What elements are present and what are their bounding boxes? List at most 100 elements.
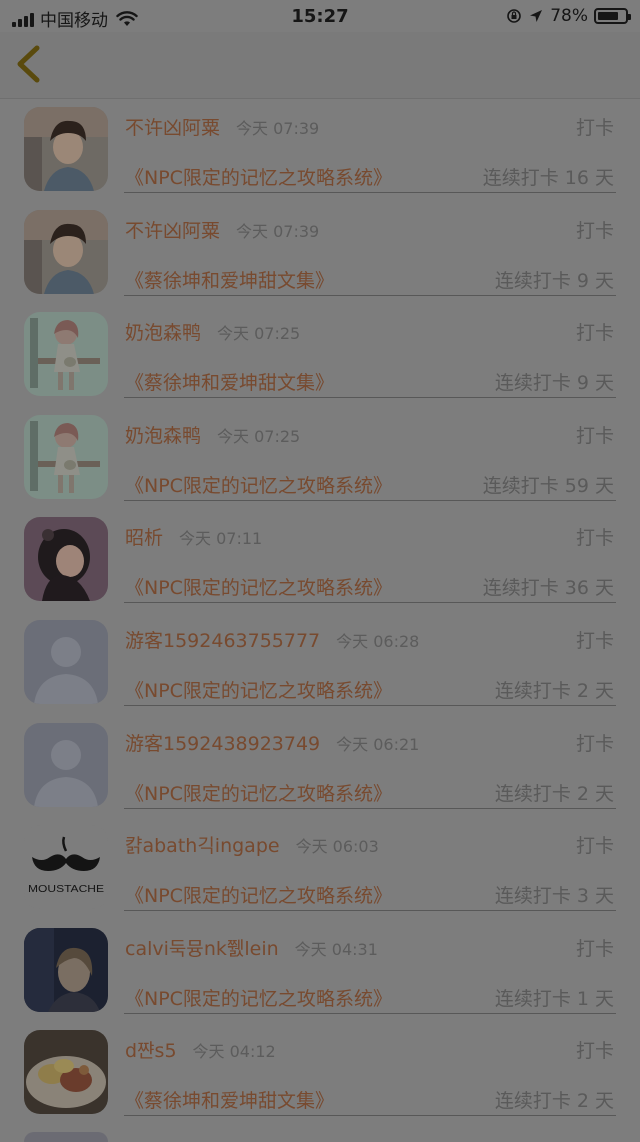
nav-bar <box>0 32 640 99</box>
streak-label: 连续打卡 1 天 <box>494 987 614 1010</box>
user-name[interactable]: 奶泡森鸭 今天 07:25 <box>125 421 300 448</box>
book-title-link[interactable]: 《蔡徐坤和爱坤甜文集》 <box>125 368 334 395</box>
user-name-text[interactable]: 不许凶阿粟 <box>125 220 220 242</box>
user-name-text[interactable]: 奶泡森鸭 <box>125 425 201 447</box>
user-name-text[interactable]: 游客1592438923749 <box>125 733 320 755</box>
list-item-10[interactable]: d쨘s5 今天 04:12 打卡 《蔡徐坤和爱坤甜文集》 连续打卡 2 天 <box>0 1022 640 1125</box>
checkin-action-label: 打卡 <box>575 424 614 447</box>
checkin-action-label: 打卡 <box>575 629 614 652</box>
book-title-link[interactable]: 《NPC限定的记忆之攻略系统》 <box>125 676 392 703</box>
user-name-text[interactable]: 캵abath긱ingape <box>125 835 280 857</box>
list-item-9[interactable]: calvi둑뮹nk쮌lein 今天 04:31 打卡 《NPC限定的记忆之攻略系统… <box>0 920 640 1023</box>
checkin-action-label: 打卡 <box>575 117 614 139</box>
book-title-link[interactable]: 《NPC限定的记忆之攻略系统》 <box>125 881 392 908</box>
checkin-time: 今天 06:28 <box>336 631 420 651</box>
user-name[interactable]: 游客1592463755777 今天 06:28 <box>125 626 419 653</box>
row-divider <box>124 1115 616 1117</box>
avatar-7[interactable] <box>24 722 108 807</box>
svg-text:MOUSTACHE: MOUSTACHE <box>28 884 104 895</box>
avatar-6[interactable] <box>24 619 108 704</box>
list-item-6[interactable]: 游客1592463755777 今天 06:28 打卡 《NPC限定的记忆之攻略系… <box>0 612 640 715</box>
avatar-2[interactable] <box>24 209 108 294</box>
checkin-action-label: 打卡 <box>575 219 614 242</box>
book-title-link[interactable]: 《NPC限定的记忆之攻略系统》 <box>125 163 392 190</box>
user-name[interactable]: 奶泡森鸭 今天 07:25 <box>125 318 300 345</box>
avatar-8[interactable]: MOUSTACHE <box>24 825 108 910</box>
avatar-10[interactable] <box>24 1030 108 1115</box>
user-name[interactable]: 昭析 今天 07:11 <box>125 523 262 550</box>
user-name[interactable]: 不许凶阿粟 今天 07:39 <box>125 113 319 140</box>
location-arrow-icon <box>530 10 543 22</box>
list-item-8[interactable]: MOUSTACHE 캵abath긱ingape 今天 06:03 打卡 《NPC限… <box>0 817 640 920</box>
avatar-5[interactable] <box>24 517 108 602</box>
battery-level-fill <box>598 12 619 20</box>
streak-label: 连续打卡 9 天 <box>494 269 614 292</box>
checkin-time: 今天 07:39 <box>236 221 320 241</box>
user-name-text[interactable]: 奶泡森鸭 <box>125 322 201 344</box>
user-name-text[interactable]: d쨘s5 <box>125 1040 177 1062</box>
streak-label: 连续打卡 36 天 <box>482 577 614 600</box>
row-divider <box>124 602 616 604</box>
list-item-7[interactable]: 游客1592438923749 今天 06:21 打卡 《NPC限定的记忆之攻略系… <box>0 715 640 818</box>
book-title-link[interactable]: 《NPC限定的记忆之攻略系统》 <box>125 471 392 498</box>
user-name[interactable]: 不许凶阿粟 今天 07:39 <box>125 216 319 243</box>
row-divider <box>124 192 616 193</box>
checkin-action-label: 打卡 <box>575 835 614 858</box>
avatar-3[interactable] <box>24 312 108 397</box>
book-title-link[interactable]: 《NPC限定的记忆之攻略系统》 <box>125 779 392 806</box>
list-item-2[interactable]: 不许凶阿粟 今天 07:39 打卡 《蔡徐坤和爱坤甜文集》 连续打卡 9 天 <box>0 202 640 305</box>
streak-label: 连续打卡 2 天 <box>494 782 614 805</box>
checkin-time: 今天 07:11 <box>179 529 263 549</box>
row-divider <box>124 807 616 809</box>
user-name[interactable]: 游客1592438923749 今天 06:21 <box>125 729 419 756</box>
book-title-link[interactable]: 《蔡徐坤和爱坤甜文集》 <box>125 266 334 293</box>
user-name-text[interactable]: 昭析 <box>125 527 163 549</box>
user-name[interactable]: d쨘s5 今天 04:12 <box>125 1036 276 1063</box>
streak-label: 连续打卡 2 天 <box>494 1090 614 1113</box>
avatar-4[interactable] <box>24 414 108 499</box>
chevron-left-icon[interactable] <box>10 42 50 86</box>
status-bar: 中国移动 15:27 78% <box>0 0 640 32</box>
streak-label: 连续打卡 59 天 <box>482 474 614 497</box>
user-name-text[interactable]: calvi둑뮹nk쮌lein <box>125 938 279 960</box>
streak-label: 连续打卡 9 天 <box>494 372 614 395</box>
list-item-1[interactable]: 不许凶阿粟 今天 07:39 打卡 《NPC限定的记忆之攻略系统》 连续打卡 16… <box>0 99 640 202</box>
book-title-link[interactable]: 《NPC限定的记忆之攻略系统》 <box>125 984 392 1011</box>
row-divider <box>124 1012 616 1014</box>
row-divider <box>124 910 616 912</box>
avatar-1[interactable] <box>24 107 108 191</box>
checkin-action-label: 打卡 <box>575 322 614 345</box>
checkin-action-label: 打卡 <box>575 527 614 550</box>
list-item-4[interactable]: 奶泡森鸭 今天 07:25 打卡 《NPC限定的记忆之攻略系统》 连续打卡 59 … <box>0 407 640 510</box>
user-name[interactable]: calvi둑뮹nk쮌lein 今天 04:31 <box>125 934 378 961</box>
checkin-action-label: 打卡 <box>575 1040 614 1063</box>
status-right: 78% <box>506 6 631 26</box>
row-divider <box>124 294 616 296</box>
checkin-time: 今天 07:25 <box>217 426 301 446</box>
orientation-lock-icon <box>507 9 522 23</box>
row-divider <box>124 704 616 706</box>
checkin-time: 今天 06:21 <box>336 734 420 754</box>
list-item-5[interactable]: 昭析 今天 07:11 打卡 《NPC限定的记忆之攻略系统》 连续打卡 36 天 <box>0 509 640 612</box>
book-title-link[interactable]: 《蔡徐坤和爱坤甜文集》 <box>125 1086 334 1113</box>
checkin-action-label: 打卡 <box>575 732 614 755</box>
streak-label: 连续打卡 2 天 <box>494 679 614 702</box>
partial-next-avatar <box>24 1132 108 1142</box>
user-name-text[interactable]: 游客1592463755777 <box>125 630 320 652</box>
battery-icon <box>594 8 631 24</box>
user-name[interactable]: 캵abath긱ingape 今天 06:03 <box>125 831 379 858</box>
streak-label: 连续打卡 16 天 <box>482 167 614 189</box>
book-title-link[interactable]: 《NPC限定的记忆之攻略系统》 <box>125 573 392 600</box>
checkin-list: 不许凶阿粟 今天 07:39 打卡 《NPC限定的记忆之攻略系统》 连续打卡 16… <box>0 99 640 1125</box>
checkin-time: 今天 06:03 <box>295 837 379 857</box>
row-divider <box>124 397 616 399</box>
checkin-time: 今天 07:25 <box>217 324 301 344</box>
list-item-3[interactable]: 奶泡森鸭 今天 07:25 打卡 《蔡徐坤和爱坤甜文集》 连续打卡 9 天 <box>0 304 640 407</box>
checkin-time: 今天 04:31 <box>294 939 378 959</box>
checkin-time: 今天 07:39 <box>236 119 320 138</box>
user-name-text[interactable]: 不许凶阿粟 <box>125 117 220 139</box>
checkin-action-label: 打卡 <box>575 937 614 960</box>
row-divider <box>124 499 616 501</box>
battery-percent: 78% <box>550 6 588 26</box>
avatar-9[interactable] <box>24 927 108 1012</box>
